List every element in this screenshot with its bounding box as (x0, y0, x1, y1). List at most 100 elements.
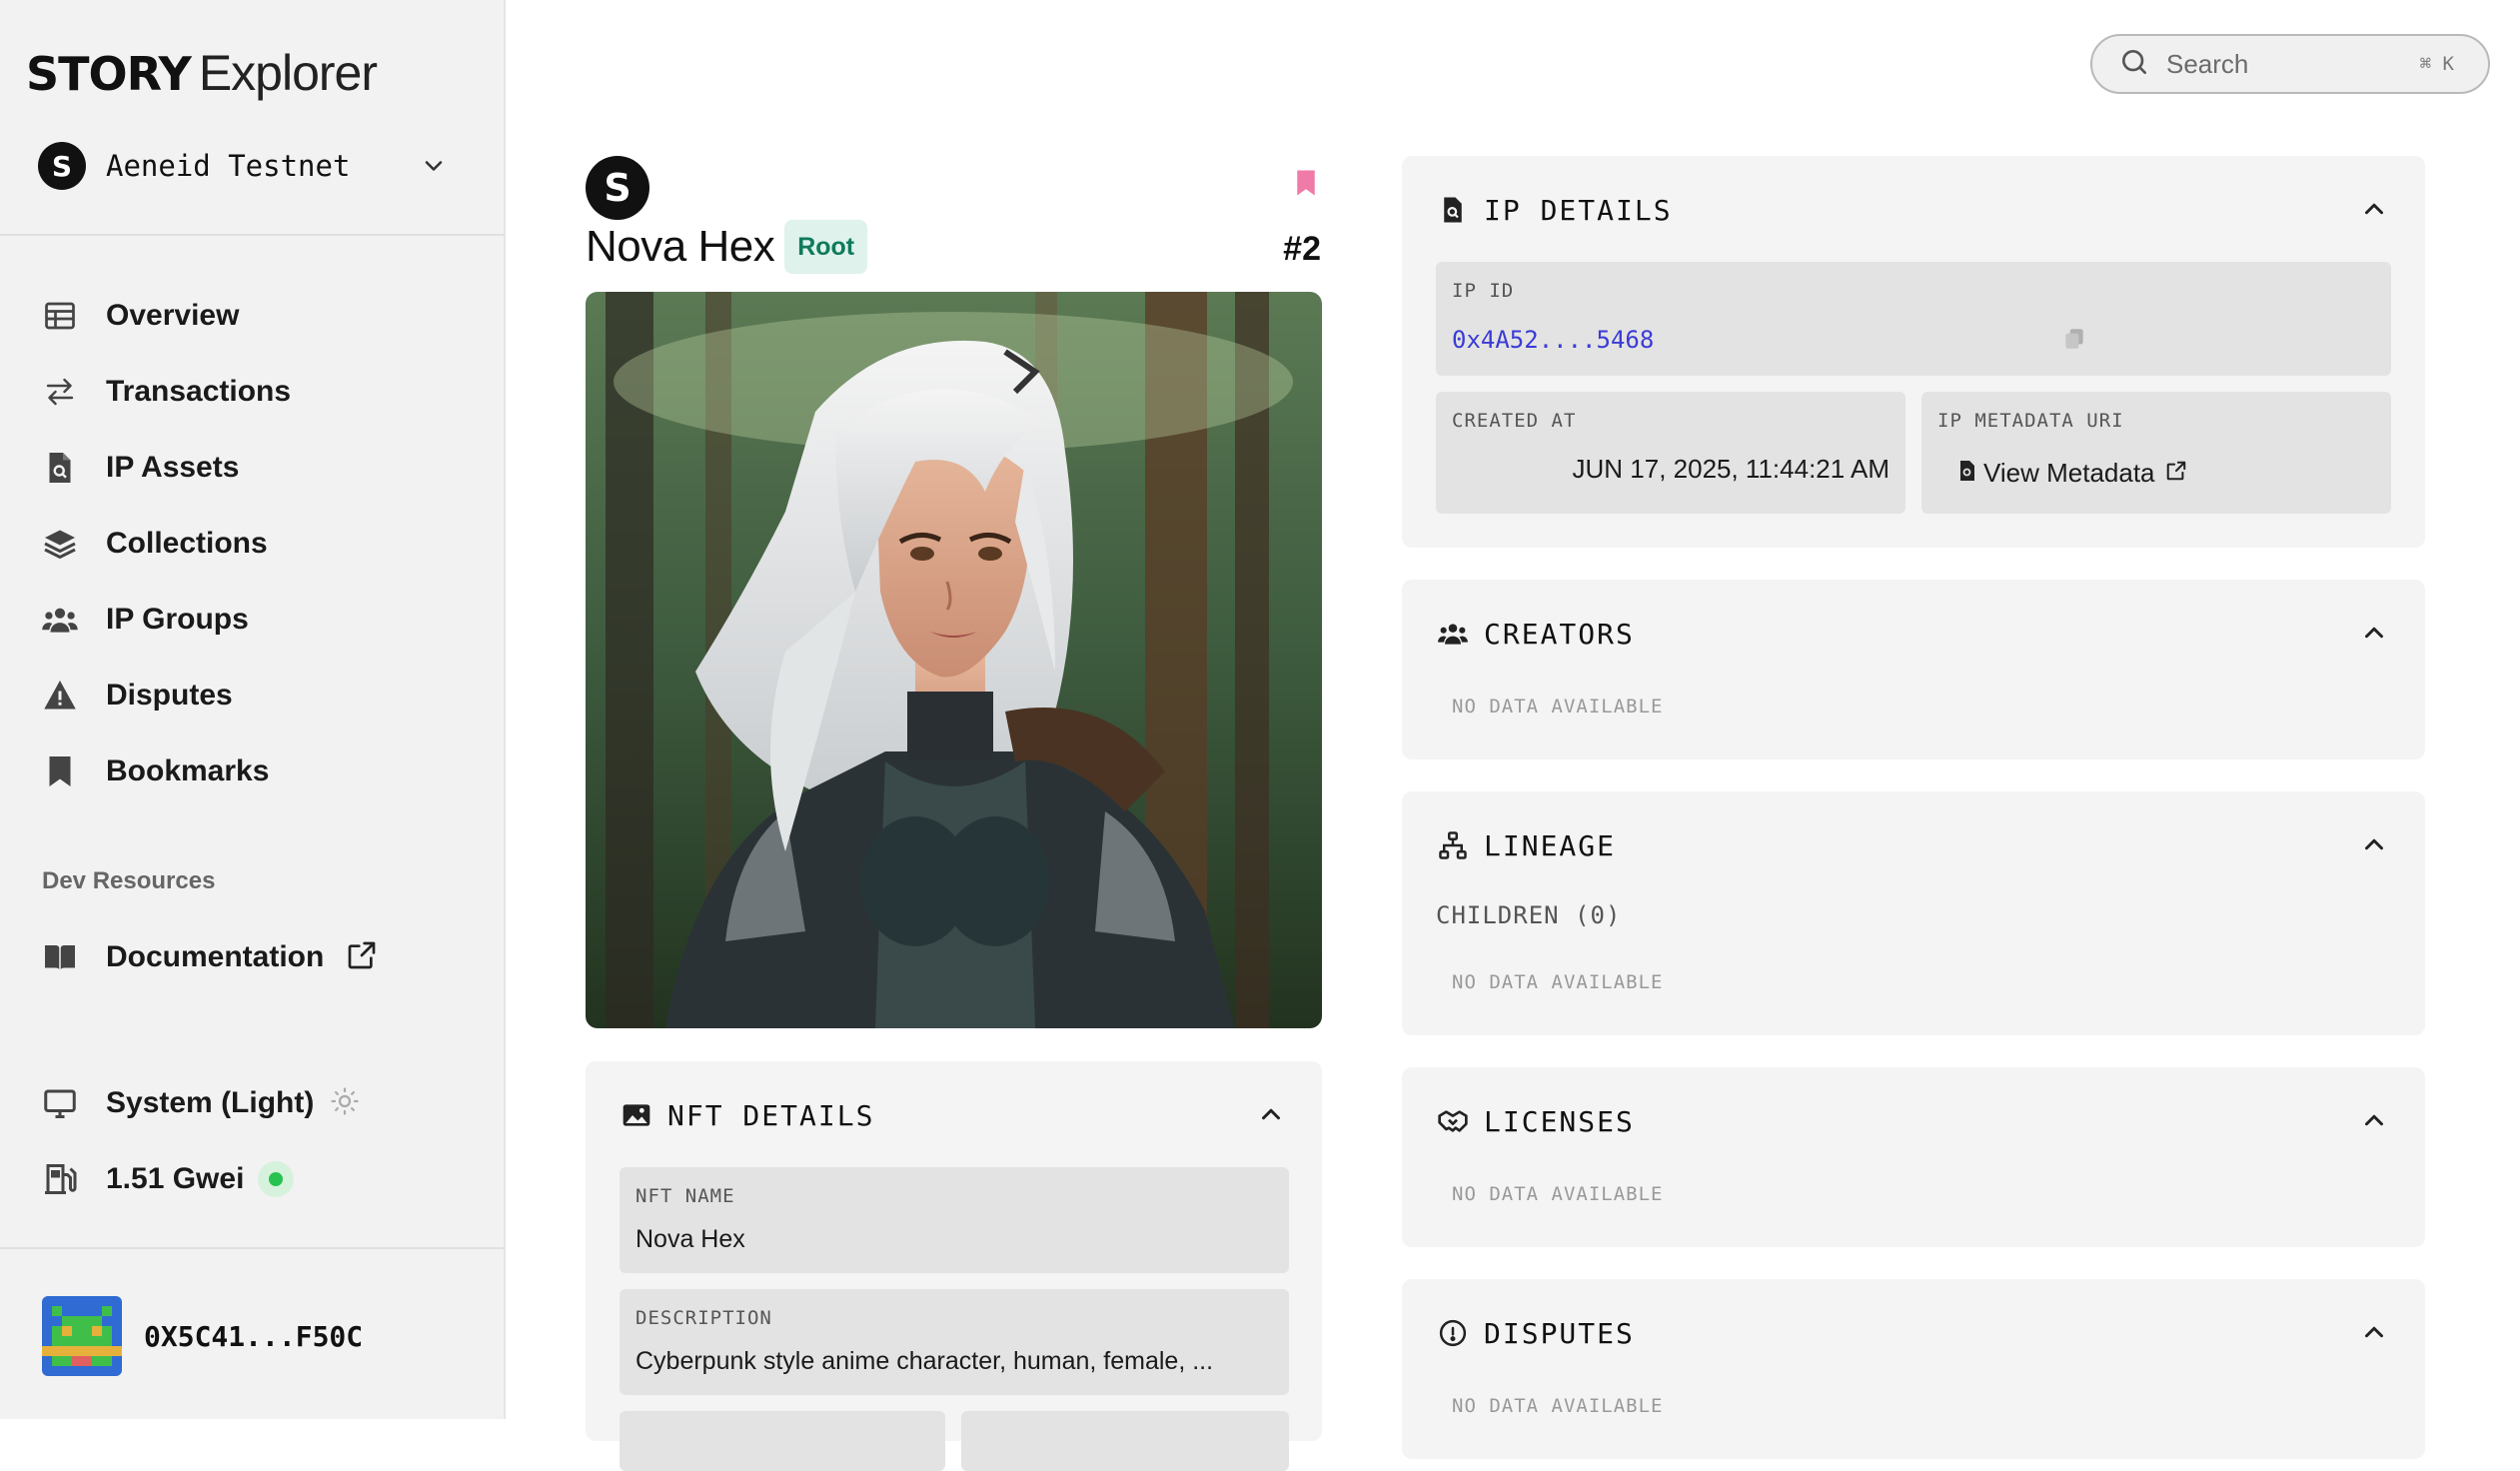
creators-title: CREATORS (1484, 617, 1635, 651)
sidebar-divider (0, 1247, 504, 1249)
disputes-panel: DISPUTES NO DATA AVAILABLE (1402, 1279, 2425, 1459)
wallet-address: 0X5C41...F50C (144, 1319, 364, 1353)
created-at-value: JUN 17, 2025, 11:44:21 AM (1572, 454, 1890, 484)
bookmark-icon (40, 751, 80, 791)
sidebar-item-label: Disputes (106, 679, 233, 712)
bookmark-toggle[interactable] (1293, 168, 1319, 203)
theme-toggle[interactable]: System (Light) (40, 1065, 360, 1141)
licenses-header[interactable]: LICENSES (1402, 1067, 2425, 1175)
gas-price: 1.51 Gwei (40, 1141, 295, 1217)
avatar (42, 1296, 122, 1376)
description-field: DESCRIPTION Cyberpunk style anime charac… (620, 1289, 1289, 1395)
chevron-down-icon (420, 152, 448, 185)
ip-details-panel: IP DETAILS IP ID 0x4A52....5468 CREATED … (1402, 156, 2425, 548)
users-icon (1436, 617, 1470, 651)
sidebar-item-overview[interactable]: Overview (40, 278, 480, 354)
file-search-icon (40, 448, 80, 488)
theme-label: System (Light) (106, 1086, 315, 1119)
created-at-label: CREATED AT (1452, 410, 1577, 432)
gas-price-label: 1.51 Gwei (106, 1162, 245, 1195)
nft-details-heading: NFT DETAILS (620, 1061, 874, 1169)
sidebar-item-label: Collections (106, 527, 268, 560)
disputes-empty-state: NO DATA AVAILABLE (1452, 1395, 1664, 1417)
dev-resources-heading: Dev Resources (42, 867, 216, 894)
asset-name: Nova Hex (586, 222, 775, 271)
nft-details-header[interactable]: NFT DETAILS (586, 1061, 1322, 1169)
asset-number: #2 (1283, 230, 1321, 268)
bookmark-icon (1297, 170, 1315, 196)
nft-name-label: NFT NAME (635, 1185, 735, 1207)
view-metadata-link[interactable]: View Metadata (1955, 458, 2187, 489)
nft-details-title: NFT DETAILS (667, 1098, 875, 1132)
hierarchy-icon (1436, 828, 1470, 862)
chevron-up-icon[interactable] (2359, 1317, 2389, 1352)
ip-id-field: IP ID 0x4A52....5468 (1436, 262, 2391, 376)
sidebar-item-transactions[interactable]: Transactions (40, 354, 480, 430)
warning-icon (40, 676, 80, 716)
creators-empty-state: NO DATA AVAILABLE (1452, 696, 1664, 718)
external-link-icon (2165, 460, 2187, 487)
ip-id-label: IP ID (1452, 280, 1515, 302)
copy-icon[interactable] (2061, 326, 2087, 357)
handshake-icon (1436, 1104, 1470, 1138)
story-explorer-logo[interactable]: STORY Explorer (26, 44, 378, 102)
creators-header[interactable]: CREATORS (1402, 580, 2425, 688)
lineage-panel: LINEAGE CHILDREN (0) NO DATA AVAILABLE (1402, 791, 2425, 1035)
description-value: Cyberpunk style anime character, human, … (635, 1347, 1214, 1375)
nft-details-panel: NFT DETAILS NFT NAME Nova Hex DESCRIPTIO… (586, 1061, 1322, 1471)
external-link-icon (346, 939, 378, 976)
licenses-panel: LICENSES NO DATA AVAILABLE (1402, 1067, 2425, 1247)
sidebar-item-bookmarks[interactable]: Bookmarks (40, 734, 480, 809)
ip-id-link[interactable]: 0x4A52....5468 (1452, 326, 1654, 354)
wallet-account[interactable]: 0X5C41...F50C (42, 1295, 363, 1377)
ip-metadata-uri-field: IP METADATA URI View Metadata (1921, 392, 2391, 514)
disputes-heading: DISPUTES (1436, 1279, 1635, 1387)
sun-icon (330, 1086, 360, 1121)
asset-title: Nova Hex Root (586, 220, 868, 274)
sidebar-item-label: Transactions (106, 375, 292, 408)
lineage-empty-state: NO DATA AVAILABLE (1452, 971, 1664, 993)
search-input[interactable]: Search ⌘ K (2090, 34, 2490, 94)
lineage-heading: LINEAGE (1436, 791, 1616, 899)
chevron-up-icon[interactable] (2359, 829, 2389, 864)
sidebar-item-ip-groups[interactable]: IP Groups (40, 582, 480, 658)
network-name: Aeneid Testnet (106, 149, 351, 183)
sidebar-item-disputes[interactable]: Disputes (40, 658, 480, 734)
documentation-link[interactable]: Documentation (40, 919, 378, 995)
sidebar-item-collections[interactable]: Collections (40, 506, 480, 582)
chevron-up-icon[interactable] (2359, 194, 2389, 229)
description-label: DESCRIPTION (635, 1307, 772, 1329)
book-open-icon (40, 937, 80, 977)
table-icon (40, 296, 80, 336)
sidebar-item-ip-assets[interactable]: IP Assets (40, 430, 480, 506)
file-search-icon (1436, 193, 1470, 227)
logo-brand: STORY (26, 47, 192, 101)
detail-field (620, 1411, 945, 1471)
nft-name-value: Nova Hex (635, 1225, 745, 1253)
view-metadata-label: View Metadata (1983, 458, 2155, 488)
network-selector[interactable]: S Aeneid Testnet (38, 140, 454, 192)
sidebar: STORY Explorer S Aeneid Testnet Overview… (0, 0, 506, 1419)
licenses-heading: LICENSES (1436, 1067, 1635, 1175)
documentation-label: Documentation (106, 940, 325, 973)
ip-details-title: IP DETAILS (1484, 193, 1673, 227)
ip-details-header[interactable]: IP DETAILS (1402, 156, 2425, 264)
chevron-up-icon[interactable] (1256, 1099, 1286, 1134)
lineage-children-label: CHILDREN (0) (1436, 901, 1622, 929)
chevron-up-icon[interactable] (2359, 1105, 2389, 1140)
ip-metadata-uri-label: IP METADATA URI (1937, 410, 2124, 432)
disputes-title: DISPUTES (1484, 1316, 1635, 1350)
disputes-header[interactable]: DISPUTES (1402, 1279, 2425, 1387)
chevron-up-icon[interactable] (2359, 618, 2389, 653)
detail-field (961, 1411, 1289, 1471)
sidebar-divider (0, 234, 504, 236)
logo-product: Explorer (198, 45, 378, 101)
sidebar-item-label: IP Groups (106, 603, 249, 636)
search-icon (2118, 46, 2150, 83)
root-badge: Root (784, 220, 868, 274)
lineage-header[interactable]: LINEAGE (1402, 791, 2425, 899)
licenses-empty-state: NO DATA AVAILABLE (1452, 1183, 1664, 1205)
network-logo-icon: S (38, 142, 86, 190)
lineage-title: LINEAGE (1484, 828, 1617, 862)
creators-heading: CREATORS (1436, 580, 1635, 688)
